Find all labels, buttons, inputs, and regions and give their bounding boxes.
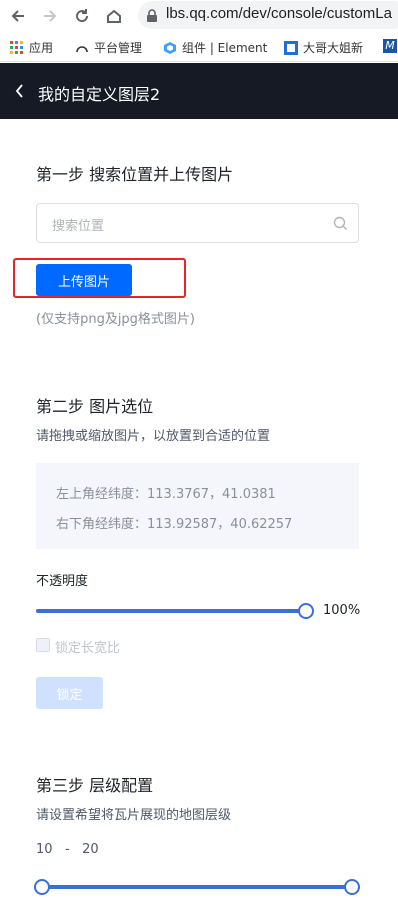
top-left-coordinates: 左上角经纬度：113.3767，41.0381 — [56, 487, 276, 502]
max-level-value: 20 — [82, 842, 99, 857]
forward-arrow-icon[interactable] — [38, 4, 62, 28]
opacity-value: 100% — [323, 603, 361, 618]
step1-title: 第一步 搜索位置并上传图片 — [36, 165, 234, 184]
lock-ratio-checkbox[interactable] — [36, 638, 50, 652]
level-range-slider[interactable] — [34, 879, 360, 895]
arc-icon — [75, 41, 89, 55]
bookmark-label: 大哥大姐新 — [303, 41, 364, 55]
step2-description: 请拖拽或缩放图片，以放置到合适的位置 — [36, 429, 271, 444]
address-bar[interactable]: lbs.qq.com/dev/console/customLa — [138, 1, 398, 29]
element-logo-icon — [163, 41, 177, 55]
m-logo-icon: M — [383, 39, 397, 53]
range-separator: - — [64, 842, 70, 857]
bookmarks-bar: 应用 平台管理 组件 | Element 大哥大姐新 M — [0, 32, 398, 62]
step3-title: 第三步 层级配置 — [36, 776, 154, 795]
chevron-left-icon[interactable] — [14, 83, 24, 103]
max-level-handle[interactable] — [344, 879, 360, 895]
opacity-label: 不透明度 — [36, 574, 89, 589]
browser-toolbar: lbs.qq.com/dev/console/customLa — [0, 0, 398, 32]
bookmark-dage[interactable]: 大哥大姐新 — [284, 39, 363, 56]
apps-grid-icon — [10, 40, 24, 55]
search-icon[interactable] — [333, 216, 348, 235]
page-title: 我的自定义图层2 — [38, 85, 161, 104]
bookmark-apps[interactable]: 应用 — [10, 39, 53, 56]
page-header: 我的自定义图层2 — [0, 63, 398, 119]
reload-icon[interactable] — [70, 4, 94, 28]
back-arrow-icon[interactable] — [6, 4, 30, 28]
step2-title: 第二步 图片选位 — [36, 397, 154, 416]
level-range-text: 10 - 20 — [36, 842, 99, 857]
bookmark-label: 平台管理 — [94, 41, 143, 55]
upload-format-hint: (仅支持png及jpg格式图片) — [36, 312, 196, 327]
bookmark-logo-icon — [284, 40, 298, 55]
opacity-slider[interactable] — [36, 603, 314, 619]
min-level-value: 10 — [36, 842, 53, 857]
lock-button[interactable]: 锁定 — [36, 677, 103, 709]
search-input[interactable]: 搜索位置 — [36, 203, 359, 243]
opacity-slider-handle[interactable] — [298, 603, 314, 619]
url-text: lbs.qq.com/dev/console/customLa — [166, 5, 392, 22]
bookmark-m[interactable]: M — [383, 39, 397, 53]
bookmark-label: 组件 | Element — [182, 41, 268, 55]
bottom-right-coordinates: 右下角经纬度：113.92587，40.62257 — [56, 517, 293, 532]
lock-ratio-label: 锁定长宽比 — [55, 641, 121, 656]
search-placeholder: 搜索位置 — [52, 219, 105, 234]
opacity-slider-fill — [36, 609, 306, 613]
bookmark-element[interactable]: 组件 | Element — [163, 39, 267, 56]
bookmark-platform[interactable]: 平台管理 — [75, 39, 142, 56]
lock-icon — [146, 8, 158, 27]
step3-description: 请设置希望将瓦片展现的地图层级 — [36, 808, 232, 823]
coordinates-panel: 左上角经纬度：113.3767，41.0381 右下角经纬度：113.92587… — [36, 463, 359, 549]
bookmark-label: 应用 — [29, 41, 54, 55]
min-level-handle[interactable] — [34, 879, 50, 895]
upload-image-button[interactable]: 上传图片 — [36, 264, 132, 296]
home-icon[interactable] — [102, 4, 126, 28]
